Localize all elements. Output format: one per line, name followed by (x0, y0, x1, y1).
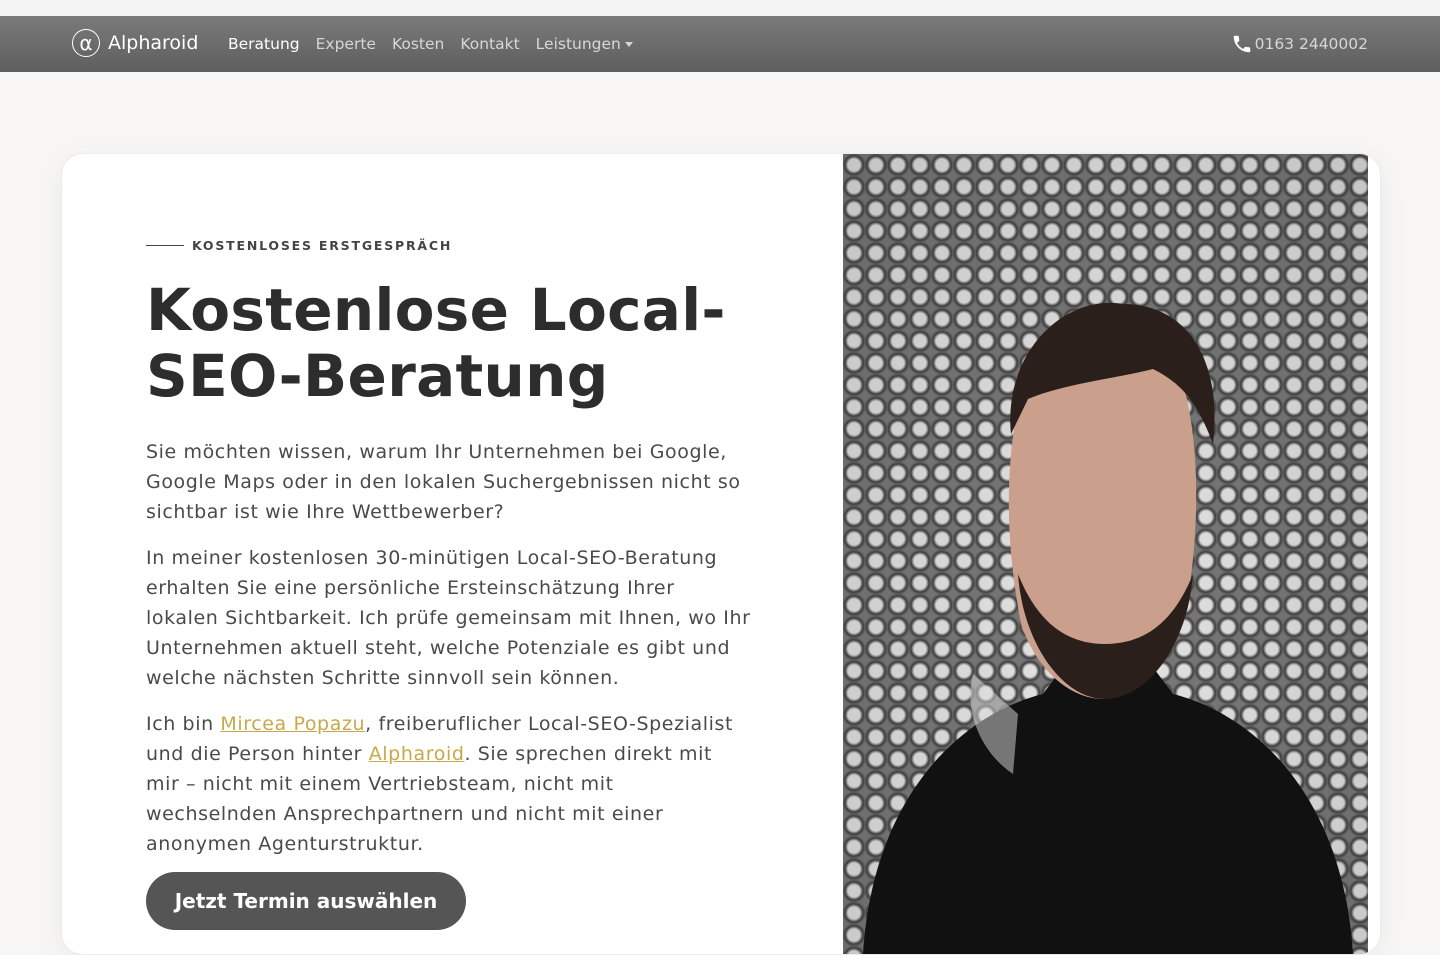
hero-card: KOSTENLOSES ERSTGESPRÄCH Kostenlose Loca… (61, 153, 1381, 955)
eyebrow-text: KOSTENLOSES ERSTGESPRÄCH (192, 238, 453, 253)
eyebrow-divider (146, 245, 184, 246)
about-paragraph: Ich bin Mircea Popazu, freiberuflicher L… (146, 709, 751, 859)
top-strip (0, 0, 1440, 16)
author-link[interactable]: Mircea Popazu (220, 713, 365, 735)
caret-down-icon (624, 42, 633, 47)
nav-item-kontakt[interactable]: Kontakt (460, 35, 519, 53)
book-appointment-button[interactable]: Jetzt Termin auswählen (146, 872, 466, 930)
main-nav: Beratung Experte Kosten Kontakt Leistung… (228, 16, 649, 72)
nav-item-kosten[interactable]: Kosten (392, 35, 444, 53)
navbar: α Alpharoid Beratung Experte Kosten Kont… (0, 16, 1440, 72)
phone-link[interactable]: 0163 2440002 (1231, 16, 1368, 72)
alpharoid-link[interactable]: Alpharoid (369, 743, 465, 765)
phone-icon (1233, 35, 1250, 53)
nav-item-beratung[interactable]: Beratung (228, 35, 300, 53)
portrait-photo (843, 154, 1368, 954)
phone-number: 0163 2440002 (1254, 35, 1368, 53)
eyebrow: KOSTENLOSES ERSTGESPRÄCH (146, 238, 751, 253)
description-paragraph: In meiner kostenlosen 30-minütigen Local… (146, 547, 751, 689)
page-title: Kostenlose Local-SEO-Beratung (146, 276, 726, 410)
about-text-start: Ich bin (146, 713, 221, 735)
hero-content: KOSTENLOSES ERSTGESPRÄCH Kostenlose Loca… (146, 238, 751, 859)
nav-item-leistungen-label: Leistungen (535, 35, 621, 53)
brand-name: Alpharoid (108, 32, 199, 54)
intro-paragraph: Sie möchten wissen, warum Ihr Unternehme… (146, 441, 741, 523)
brand-link[interactable]: α Alpharoid (72, 29, 198, 57)
nav-item-leistungen-dropdown[interactable]: Leistungen (536, 35, 633, 53)
alpha-logo-icon: α (72, 29, 100, 57)
person-silhouette (863, 302, 1353, 954)
nav-item-experte[interactable]: Experte (316, 35, 376, 53)
